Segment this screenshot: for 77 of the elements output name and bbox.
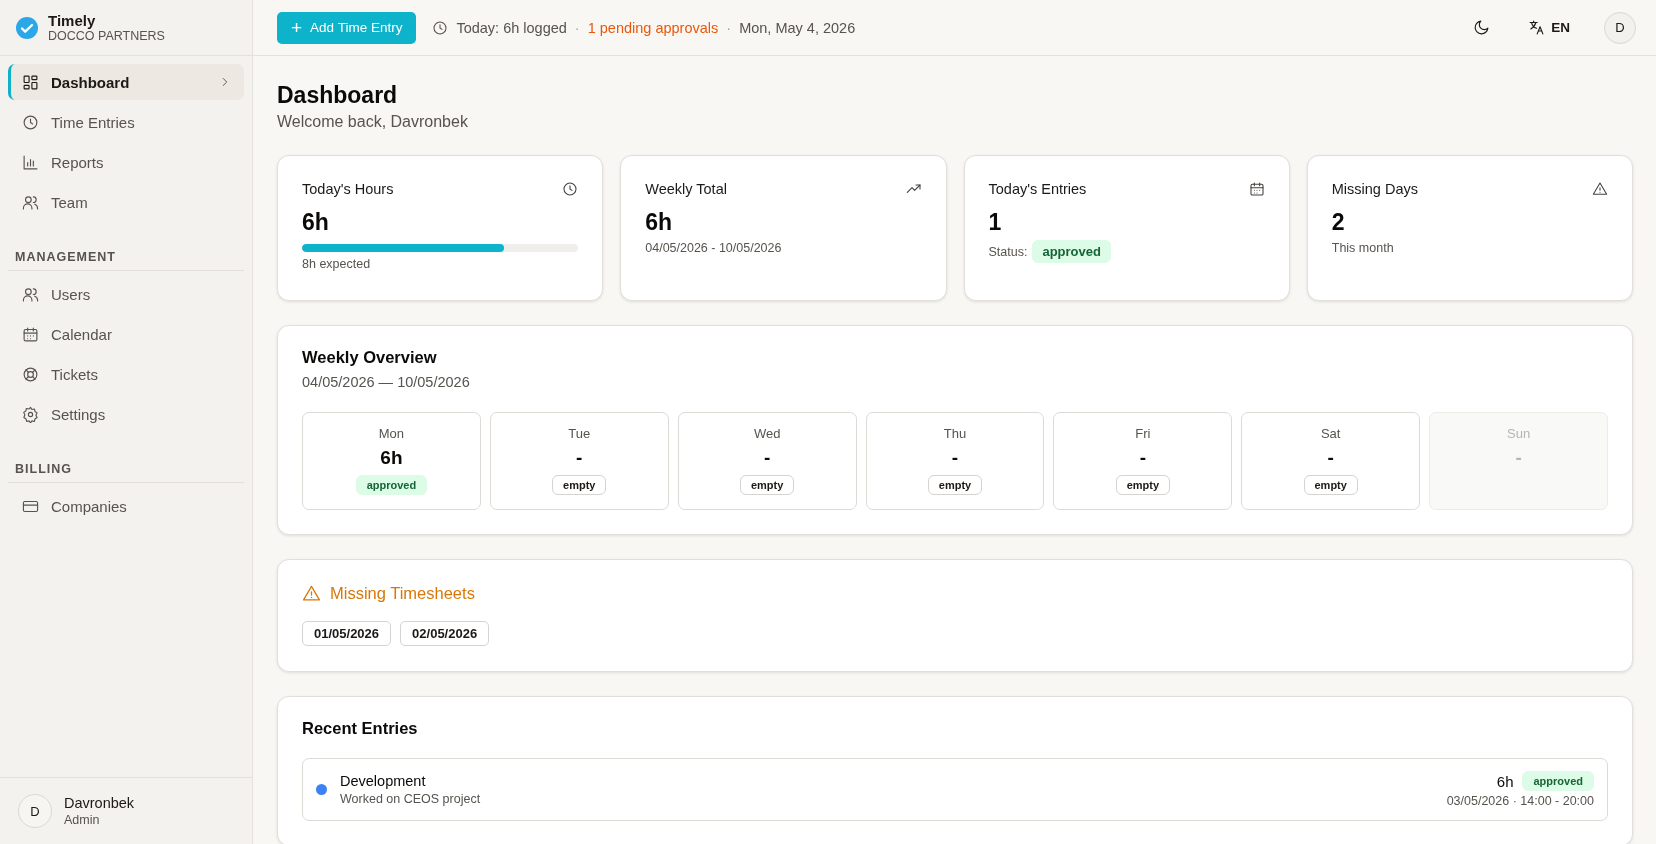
language-button[interactable]: EN: [1524, 15, 1574, 40]
separator-dot: ·: [726, 19, 732, 36]
status-badge: empty: [739, 475, 795, 495]
sidebar-item[interactable]: Time Entries: [8, 104, 244, 140]
clock-icon: [22, 113, 39, 131]
clock-icon: [562, 181, 579, 197]
today-logged-text: Today: 6h logged: [456, 19, 567, 36]
calendar-icon: [22, 325, 39, 343]
stat-caption: 04/05/2026 - 10/05/2026: [645, 241, 782, 255]
lifebuoy-icon: [22, 365, 39, 383]
logo-icon: [15, 15, 39, 40]
stat-value: 2: [1331, 209, 1346, 236]
day-tile[interactable]: Mon 6h approved: [302, 412, 481, 510]
status-badge: empty: [1303, 475, 1358, 495]
stat-title: Missing Days: [1331, 181, 1418, 197]
card-title: Missing Timesheets: [330, 584, 475, 603]
day-tile[interactable]: Fri - empty: [1053, 412, 1233, 510]
moon-icon: [1473, 19, 1491, 36]
calendar-icon: [1248, 181, 1265, 197]
stat-value: 6h: [302, 209, 330, 236]
missing-date-chip[interactable]: 01/05/2026: [302, 621, 392, 646]
entry-row[interactable]: Development Worked on CEOS project 6h approved 03/05/2026 · 14:00 - 20:00: [302, 758, 1608, 821]
stat-value: 1: [988, 209, 1003, 236]
status-badge: approved: [1522, 771, 1594, 791]
section-heading: BILLING: [8, 462, 244, 483]
page-subtitle: Welcome back, Davronbek: [277, 113, 469, 131]
user-avatar[interactable]: D: [18, 794, 52, 828]
stat-title: Weekly Total: [645, 181, 727, 197]
page-title: Dashboard: [277, 82, 399, 109]
settings-icon: [22, 405, 39, 423]
status-badge: approved: [355, 475, 428, 495]
sidebar-item[interactable]: Calendar: [8, 316, 244, 352]
project-name: Development: [340, 773, 427, 789]
avatar-button[interactable]: D: [1604, 11, 1636, 44]
status-badge: approved: [1032, 240, 1111, 263]
missing-date-chip[interactable]: 02/05/2026: [400, 621, 490, 646]
separator-dot: ·: [574, 19, 580, 36]
date-range: 04/05/2026 — 10/05/2026: [302, 374, 471, 390]
status-badge: empty: [1115, 475, 1171, 495]
day-tile[interactable]: Sat - empty: [1241, 412, 1421, 510]
card-title: Weekly Overview: [302, 348, 438, 367]
sidebar-item[interactable]: Settings: [8, 396, 244, 432]
sidebar-item[interactable]: Users: [8, 276, 244, 312]
status-badge: empty: [927, 475, 983, 495]
users-icon: [22, 285, 39, 303]
organization-name: DOCCO PARTNERS: [48, 28, 165, 44]
user-role: Admin: [64, 813, 101, 827]
app-name: Timely: [48, 11, 97, 29]
user-name: Davronbek: [64, 795, 135, 811]
bar-chart-icon: [22, 153, 39, 171]
sidebar-item[interactable]: Reports: [8, 144, 244, 180]
translate-icon: [1528, 19, 1546, 36]
warning-icon: [302, 584, 321, 603]
warning-icon: [1592, 181, 1608, 197]
entry-time: 03/05/2026 · 14:00 - 20:00: [1446, 794, 1594, 808]
day-tile[interactable]: Thu - empty: [865, 412, 1045, 510]
sidebar-item[interactable]: Team: [8, 184, 244, 220]
section-heading: MANAGEMENT: [8, 250, 244, 271]
sidebar-item[interactable]: Dashboard: [8, 64, 244, 100]
stat-title: Today's Entries: [988, 181, 1087, 197]
stat-caption: 8h expected: [302, 257, 371, 271]
users-icon: [22, 193, 39, 211]
card-title: Recent Entries: [302, 719, 419, 738]
sidebar-item[interactable]: Companies: [8, 488, 244, 524]
stat-caption: Status:: [988, 244, 1028, 259]
clock-icon: [432, 19, 449, 36]
stat-title: Today's Hours: [302, 181, 394, 197]
sidebar-item[interactable]: Tickets: [8, 356, 244, 392]
day-tile[interactable]: Tue - empty: [489, 412, 669, 510]
stat-caption: This month: [1331, 241, 1394, 255]
current-date: Mon, May 4, 2026: [739, 19, 856, 36]
entry-hours: 6h: [1496, 772, 1514, 790]
day-tile[interactable]: Wed - empty: [677, 412, 857, 510]
entry-description: Worked on CEOS project: [340, 792, 481, 806]
grid-icon: [22, 73, 39, 91]
stat-value: 6h: [645, 209, 674, 236]
status-badge: empty: [552, 475, 607, 495]
